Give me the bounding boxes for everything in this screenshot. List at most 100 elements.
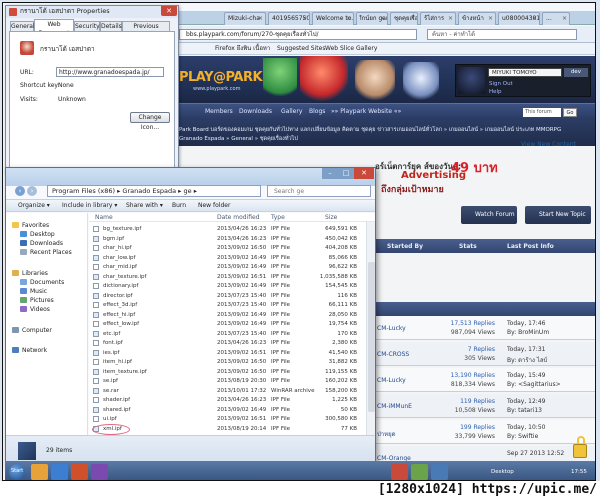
topic-row[interactable]: CM-Lucky 13,190 Replies 818,334 Views Today… [375, 368, 595, 392]
close-icon[interactable]: ✕ [354, 168, 374, 179]
col-date[interactable]: Date modified [217, 213, 260, 222]
nav-gallery[interactable]: Gallery [281, 108, 302, 115]
nav-item-documents[interactable]: Documents [20, 278, 64, 287]
file-row[interactable]: ies.ipf 2013/09/02 16:51 IPF File 41,540 KB [89, 349, 375, 357]
topic-row[interactable]: CM-Lucky 17,513 Replies 987,094 Views Today… [375, 316, 595, 340]
browser-tab[interactable]: 4019565750 × [268, 12, 310, 25]
nav-item-music[interactable]: Music [20, 287, 47, 296]
maximize-icon[interactable]: □ [338, 168, 354, 179]
file-row[interactable]: se.ipf 2013/08/19 20:30 IPF File 160,202 KB [89, 377, 375, 385]
close-tab-icon[interactable]: × [448, 13, 453, 25]
taskbar-icon-firefox[interactable] [71, 464, 88, 480]
col-size[interactable]: Size [325, 213, 337, 222]
tab-details[interactable]: Details [100, 21, 122, 31]
help-link[interactable]: Help [489, 89, 502, 95]
nav-item-libraries[interactable]: Libraries [12, 269, 48, 278]
file-row[interactable]: shared.ipf 2013/09/02 16:49 IPF File 50 KB [89, 406, 375, 414]
browser-search-box[interactable]: ค้นหา - ค่าทำได้ [427, 29, 577, 40]
nav-blogs[interactable]: Blogs [309, 108, 325, 115]
browser-tab[interactable]: ชุดคุยเรื่องน× [390, 12, 418, 25]
close-tab-icon[interactable]: × [562, 13, 567, 25]
topic-row[interactable]: CM-iMMunE 119 Replies 10,508 Views Today, 1… [375, 394, 595, 418]
topic-by[interactable]: By: BroMinUm [507, 329, 549, 336]
nav-item-computer[interactable]: Computer [12, 326, 52, 335]
ad-title[interactable]: Advertising [401, 170, 466, 181]
file-row[interactable]: shader.ipf 2013/04/26 16:23 IPF File 1,225 … [89, 396, 375, 404]
file-row[interactable]: dictionary.ipf 2013/09/02 16:49 IPF File 15… [89, 282, 375, 290]
taskbar-icon-game[interactable] [391, 464, 408, 480]
user-button[interactable]: dev [564, 68, 588, 77]
file-row[interactable]: effect_hi.ipf 2013/09/02 16:49 IPF File 28,… [89, 311, 375, 319]
tab-general[interactable]: General [10, 21, 35, 31]
browser-tab[interactable]: u080004301 × [498, 12, 540, 25]
dialog-titlebar[interactable]: กรานาโด้ เอสปาดา Properties ✕ [6, 6, 178, 18]
change-icon-button[interactable]: Change Icon... [130, 112, 170, 131]
topic-by[interactable]: By: Swiftie [507, 433, 538, 440]
browser-tab[interactable]: Mizuki-cha × [224, 12, 266, 25]
taskbar-icon-explorer[interactable] [31, 464, 48, 480]
topic-lastpost[interactable]: Today, 17:46 [507, 320, 545, 327]
file-row[interactable]: char_hi.ipf 2013/09/02 16:50 IPF File 404,2… [89, 244, 375, 252]
file-row[interactable]: item_texture.ipf 2013/09/02 16:50 IPF File… [89, 368, 375, 376]
topic-row[interactable]: ป่าหยุด 199 Replies 33,799 Views Today, 10:… [375, 420, 595, 444]
topic-row[interactable]: CM-CROSS 7 Replies 305 Views Today, 17:31 By… [375, 342, 595, 366]
browser-tab[interactable]: ร้ไส่การ × [420, 12, 456, 25]
forum-search-input[interactable]: This forum [523, 108, 561, 117]
path-part-2[interactable]: ge [184, 187, 192, 195]
close-tab-icon[interactable]: × [488, 13, 493, 25]
close-icon[interactable]: ✕ [161, 6, 177, 16]
nav-item-videos[interactable]: Videos [20, 305, 50, 314]
tab-web-document[interactable]: Web Document [34, 19, 74, 37]
nav-item-favorites[interactable]: Favorites [12, 221, 49, 230]
close-tab-icon[interactable]: × [532, 13, 537, 25]
browser-tab[interactable]: ข้างหน้า × [458, 12, 496, 25]
nav-item-recent-places[interactable]: Recent Places [20, 248, 72, 257]
forward-icon[interactable]: › [27, 186, 37, 196]
user-name[interactable]: MIYUKI TOMOYO [488, 68, 562, 77]
topic-replies[interactable]: 17,513 Replies [429, 320, 495, 327]
close-tab-icon[interactable]: × [346, 13, 351, 25]
col-last-post[interactable]: Last Post Info [507, 243, 554, 250]
col-type[interactable]: Type [271, 213, 285, 222]
fav-item-firefox[interactable]: Firefox ยึงพิน เนื้อหา [215, 43, 270, 54]
tab-previous-versions[interactable]: Previous Versions [122, 21, 170, 39]
file-row[interactable]: font.ipf 2013/04/26 16:23 IPF File 2,380 KB [89, 339, 375, 347]
topic-lastpost[interactable]: Sep 27 2013 12:52 [507, 450, 564, 457]
topic-replies[interactable]: 199 Replies [429, 424, 495, 431]
include-library-menu[interactable]: Include in library ▾ [62, 200, 117, 212]
col-stats[interactable]: Stats [459, 243, 477, 250]
topic-starter[interactable]: CM-CROSS [377, 351, 409, 358]
desktop-toolbar[interactable]: Desktop [491, 469, 514, 475]
col-name[interactable]: Name [95, 213, 113, 222]
path-part-1[interactable]: Granado Espada [122, 187, 176, 195]
url-field[interactable]: http://www.granadoespada.jp/ [56, 67, 164, 77]
browser-tab[interactable]: Welcome to... × [312, 12, 354, 25]
close-tab-icon[interactable]: × [258, 13, 263, 25]
file-row[interactable]: etc.ipf 2013/07/23 15:40 IPF File 170 KB [89, 330, 375, 338]
browser-tab[interactable]: ... × [542, 12, 570, 25]
file-row[interactable]: ui.ipf 2013/09/02 16:51 IPF File 300,580 KB [89, 415, 375, 423]
topic-starter[interactable]: CM-Lucky [377, 377, 406, 384]
clock[interactable]: 17:55 [571, 469, 587, 475]
file-row[interactable]: se.rar 2013/10/01 17:32 WinRAR archive 158,… [89, 387, 375, 395]
nav-downloads[interactable]: Downloads [239, 108, 272, 115]
sign-out-link[interactable]: Sign Out [489, 81, 513, 87]
file-row[interactable]: bgm.ipf 2013/04/26 16:23 IPF File 450,042 K… [89, 235, 375, 243]
file-row[interactable]: char_texture.ipf 2013/09/02 16:51 IPF File… [89, 273, 375, 281]
file-row[interactable]: char_low.ipf 2013/09/02 16:49 IPF File 85,0… [89, 254, 375, 262]
fav-item-webslice[interactable]: Web Slice Gallery [325, 43, 377, 54]
topic-replies[interactable]: 13,190 Replies [429, 372, 495, 379]
breadcrumb-line-1[interactable]: Park Board บอร์ดของคอมเกม ชุดคุยกันทั่วไ… [179, 126, 561, 134]
scrollbar[interactable] [366, 222, 375, 435]
close-tab-icon[interactable]: × [410, 13, 415, 25]
topic-replies[interactable]: 119 Replies [429, 398, 495, 405]
share-with-menu[interactable]: Share with ▾ [126, 200, 163, 212]
file-row[interactable]: char_mid.ipf 2013/09/02 16:49 IPF File 96,6… [89, 263, 375, 271]
avatar[interactable] [458, 67, 485, 94]
view-new-content-link[interactable]: View New Content [521, 141, 576, 148]
browser-tab[interactable]: lักน์ยก gan × [356, 12, 388, 25]
fav-item-suggested[interactable]: Suggested Sites [277, 43, 325, 54]
topic-lastpost[interactable]: Today, 12:49 [507, 398, 545, 405]
file-row[interactable]: director.ipf 2013/07/23 15:40 IPF File 116 … [89, 292, 375, 300]
topic-by[interactable]: By: <Sagittarius> [507, 381, 561, 388]
